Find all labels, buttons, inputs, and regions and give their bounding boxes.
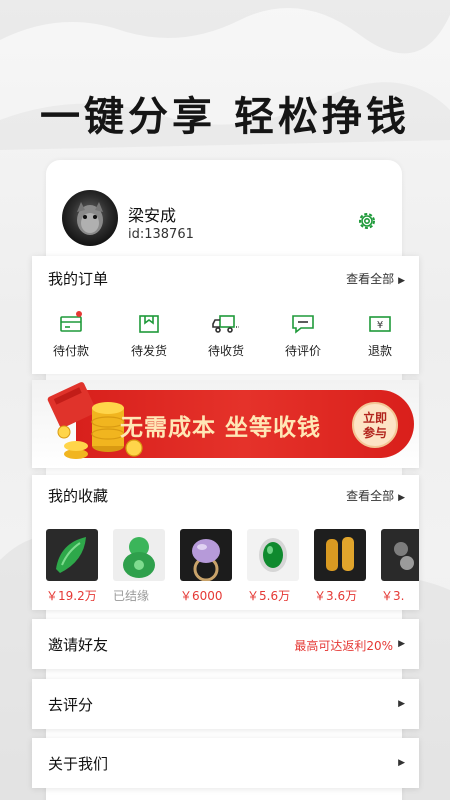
profile-section: 梁安成 id:138761 [62,190,392,250]
favorite-item[interactable]: ￥6000 [180,529,234,604]
chevron-right-icon: ▶ [398,493,405,503]
avatar[interactable] [62,190,118,246]
headline: 一键分享 轻松挣钱 [40,93,410,140]
favorite-item[interactable]: ￥5.6万 [247,529,301,604]
user-name: 梁安成 [128,206,177,225]
favorites-view-all-label: 查看全部 [346,489,395,503]
order-refund[interactable]: ¥ 退款 [350,314,410,359]
favorites-card: 我的收藏 查看全部▶ ￥19.2万 已结缘 ￥6000 ￥5.6万 ￥3.6万 [32,475,419,610]
order-label: 待评价 [284,344,321,358]
bead-bracelet-image [381,529,419,581]
favorite-price: ￥3.6万 [314,589,358,603]
banner-join-label: 立即 参与 [362,411,387,440]
banner-background: 无需成本 坐等收钱 立即 参与 [32,380,419,468]
favorite-price: ￥19.2万 [46,589,97,603]
truck-icon [196,314,256,334]
order-label: 退款 [367,344,392,358]
favorites-title: 我的收藏 [48,487,109,505]
user-id: id:138761 [128,227,194,242]
favorite-item[interactable]: ￥3.6万 [314,529,368,604]
gear-icon[interactable] [356,210,378,232]
order-label: 待发货 [130,344,167,358]
orders-card: 我的订单 查看全部 ▶ 待付款 待发货 待收货 待评价 ¥ 退款 [32,256,419,374]
purple-ring-image [180,529,232,581]
favorites-view-all[interactable]: 查看全部 ▶ [346,487,405,504]
favorite-price: ￥5.6万 [247,589,291,603]
refund-icon: ¥ [350,314,410,334]
order-label: 待收货 [207,344,244,358]
orders-view-all[interactable]: 查看全部 ▶ [346,270,405,287]
order-pending-payment[interactable]: 待付款 [41,311,101,359]
row-label: 邀请好友 [48,636,109,654]
order-label: 待付款 [52,344,89,358]
favorite-price: ￥6000 [180,589,223,603]
order-pending-receipt[interactable]: 待收货 [196,314,256,359]
chevron-right-icon: ▶ [398,639,405,649]
favorite-price: ￥3. [381,589,405,603]
row-label: 关于我们 [48,755,109,773]
box-icon [119,314,179,334]
svg-text:¥: ¥ [377,320,383,331]
orders-title: 我的订单 [48,270,109,288]
order-pending-shipment[interactable]: 待发货 [119,314,179,359]
order-pending-review[interactable]: 待评价 [273,314,333,359]
invite-friends-row[interactable]: 邀请好友 最高可达返利20% ▶ [32,619,419,669]
orders-view-all-label: 查看全部 [346,272,395,286]
banner-join-button[interactable]: 立即 参与 [352,402,398,448]
favorite-item[interactable]: 已结缘 [113,529,167,604]
jade-buddha-image [113,529,165,581]
about-us-row[interactable]: 关于我们 ▶ [32,738,419,788]
chevron-right-icon: ▶ [398,699,405,709]
chevron-right-icon: ▶ [398,276,405,286]
promo-banner[interactable]: 无需成本 坐等收钱 立即 参与 [32,380,419,468]
rate-app-row[interactable]: 去评分 ▶ [32,679,419,729]
favorite-price: 已结缘 [113,589,150,603]
green-ring-image [247,529,299,581]
wallet-icon [41,314,101,334]
amber-carving-image [314,529,366,581]
row-label: 去评分 [48,696,94,714]
notification-dot [76,311,82,317]
favorite-item[interactable]: ￥3. [381,529,419,604]
jade-pendant-image [46,529,98,581]
banner-text: 无需成本 坐等收钱 [120,414,322,441]
favorite-item[interactable]: ￥19.2万 [46,529,100,604]
invite-rebate-text: 最高可达返利20% [294,639,393,653]
comment-icon [273,314,333,334]
chevron-right-icon: ▶ [398,758,405,768]
